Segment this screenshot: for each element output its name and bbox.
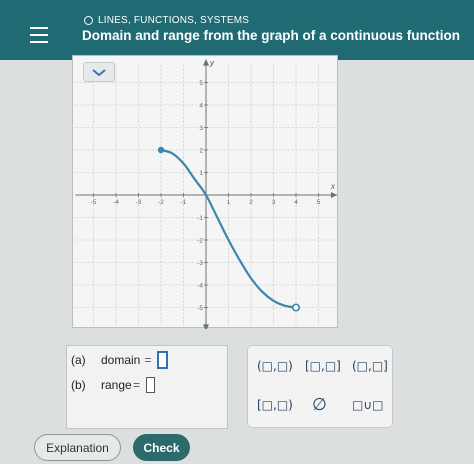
x-tick-label: 3	[272, 199, 276, 206]
range-equals: =	[133, 378, 141, 392]
interval-palette: (□,□) [□,□] (□,□] [□,□) ∅ □∪□	[247, 345, 393, 428]
topic-heading: LINES, FUNCTIONS, SYSTEMS	[84, 15, 249, 26]
x-tick-label: 4	[294, 199, 298, 206]
y-tick-label: 4	[199, 103, 203, 110]
y-tick-label: -5	[197, 305, 203, 312]
x-axis-arrow-icon	[330, 192, 338, 198]
function-graph: x y -5 -4 -3 -2 -1 1 2 3 4 5 5 4 3 2 1 -1 -2 -3 -4 -5	[75, 58, 338, 329]
y-tick-label: 2	[199, 148, 203, 155]
y-tick-label: -3	[197, 260, 203, 267]
open-open-interval-button[interactable]: (□,□)	[257, 359, 293, 373]
x-tick-label: -2	[158, 199, 164, 206]
range-input[interactable]	[146, 377, 156, 393]
x-tick-label: 2	[249, 199, 253, 206]
y-tick-label: -4	[197, 283, 203, 290]
y-tick-label: 3	[199, 125, 203, 132]
empty-set-button[interactable]: ∅	[312, 395, 327, 415]
closed-open-interval-button[interactable]: [□,□)	[257, 398, 293, 412]
x-tick-label: -5	[91, 199, 97, 206]
domain-row: (a) domain =	[71, 351, 169, 369]
header-bar: LINES, FUNCTIONS, SYSTEMS Domain and ran…	[0, 0, 474, 60]
y-axis-label: y	[209, 59, 215, 68]
tick-labels: x y -5 -4 -3 -2 -1 1 2 3 4 5 5 4 3 2 1 -1 -2 -3 -4 -5	[91, 59, 336, 312]
union-button[interactable]: □∪□	[352, 398, 383, 412]
x-tick-label: -4	[113, 199, 119, 206]
x-tick-label: -1	[181, 199, 187, 206]
y-tick-label: -2	[197, 238, 203, 245]
page-title: Domain and range from the graph of a con…	[82, 28, 460, 43]
x-axis-label: x	[330, 182, 336, 191]
y-tick-label: 5	[199, 80, 203, 87]
status-circle-icon	[84, 16, 93, 25]
domain-input[interactable]	[157, 351, 169, 369]
answer-panel: (a) domain = (b) range =	[66, 345, 228, 429]
x-tick-label: 1	[227, 199, 231, 206]
x-tick-label: -3	[136, 199, 142, 206]
y-axis-arrow-icon	[203, 58, 209, 66]
closed-closed-interval-button[interactable]: [□,□]	[305, 359, 341, 373]
part-a-label: (a)	[71, 353, 86, 367]
range-row: (b) range =	[71, 377, 156, 393]
collapse-graph-button[interactable]	[83, 62, 115, 82]
open-closed-interval-button[interactable]: (□,□]	[352, 359, 388, 373]
y-tick-label: 1	[199, 170, 203, 177]
chevron-down-icon	[92, 69, 106, 77]
menu-icon[interactable]	[30, 27, 48, 43]
closed-endpoint	[157, 146, 165, 154]
y-tick-label: -1	[197, 215, 203, 222]
topic-label: LINES, FUNCTIONS, SYSTEMS	[98, 15, 250, 26]
part-b-label: (b)	[71, 378, 86, 392]
x-tick-label: 5	[317, 199, 321, 206]
domain-label: domain	[101, 353, 141, 367]
range-label: range	[101, 378, 132, 392]
domain-equals: =	[144, 353, 152, 367]
graph-panel[interactable]: x y -5 -4 -3 -2 -1 1 2 3 4 5 5 4 3 2 1 -1 -2 -3 -4 -5	[72, 55, 338, 329]
check-button[interactable]: Check	[133, 434, 190, 461]
explanation-button[interactable]: Explanation	[34, 434, 121, 461]
open-endpoint	[292, 303, 301, 312]
y-axis-arrow-icon	[203, 324, 209, 329]
